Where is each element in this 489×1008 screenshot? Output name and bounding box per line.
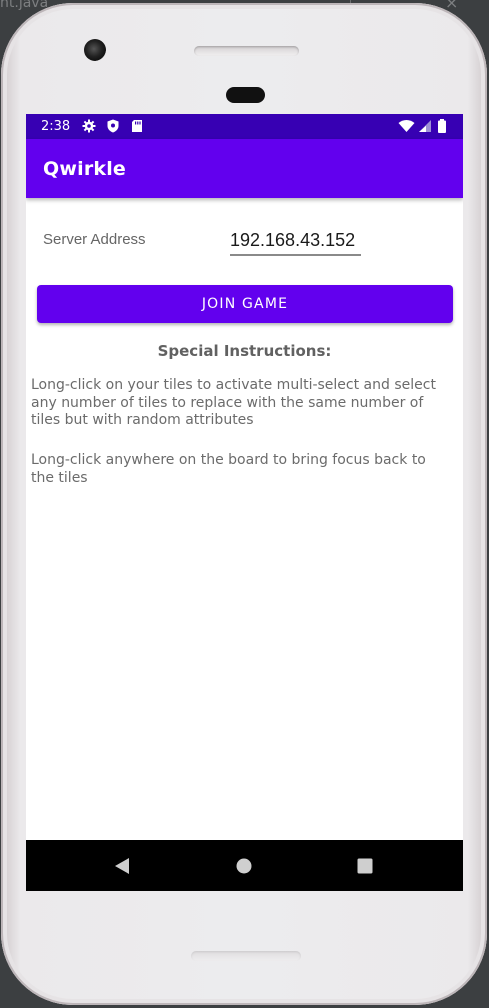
home-button[interactable]: [214, 840, 274, 891]
instructions-title: Special Instructions:: [157, 342, 332, 360]
editor-tab-label[interactable]: nt.java: [0, 0, 48, 10]
earpiece-speaker: [194, 46, 299, 56]
server-address-input[interactable]: [230, 226, 361, 256]
recents-icon: [357, 858, 373, 873]
bottom-speaker: [191, 951, 301, 961]
app-bar: Qwirkle: [26, 139, 463, 198]
battery-icon: [438, 119, 446, 133]
shield-icon: [107, 119, 119, 133]
back-button[interactable]: [92, 840, 152, 891]
instruction-paragraph: Long-click anywhere on the board to brin…: [31, 452, 426, 486]
navigation-bar: [26, 840, 463, 891]
device-screen: 2:38 Qwirkle Server Address 192.168.43.1…: [26, 114, 463, 891]
join-game-button[interactable]: JOIN GAME: [37, 285, 453, 323]
cell-signal-icon: [419, 120, 431, 132]
server-address-label: Server Address: [43, 231, 146, 248]
status-bar: 2:38: [26, 114, 463, 139]
recents-button[interactable]: [335, 840, 395, 891]
status-time: 2:38: [41, 119, 71, 134]
sd-card-icon: [132, 120, 142, 132]
wifi-icon: [398, 120, 415, 132]
gear-icon: [82, 119, 96, 133]
front-camera: [84, 39, 106, 61]
app-title: Qwirkle: [43, 158, 127, 180]
home-icon: [236, 858, 252, 873]
back-icon: [115, 857, 129, 874]
close-icon[interactable]: ×: [445, 0, 458, 11]
instruction-paragraph: Long-click on your tiles to activate mul…: [31, 377, 436, 428]
proximity-sensor: [226, 87, 265, 103]
